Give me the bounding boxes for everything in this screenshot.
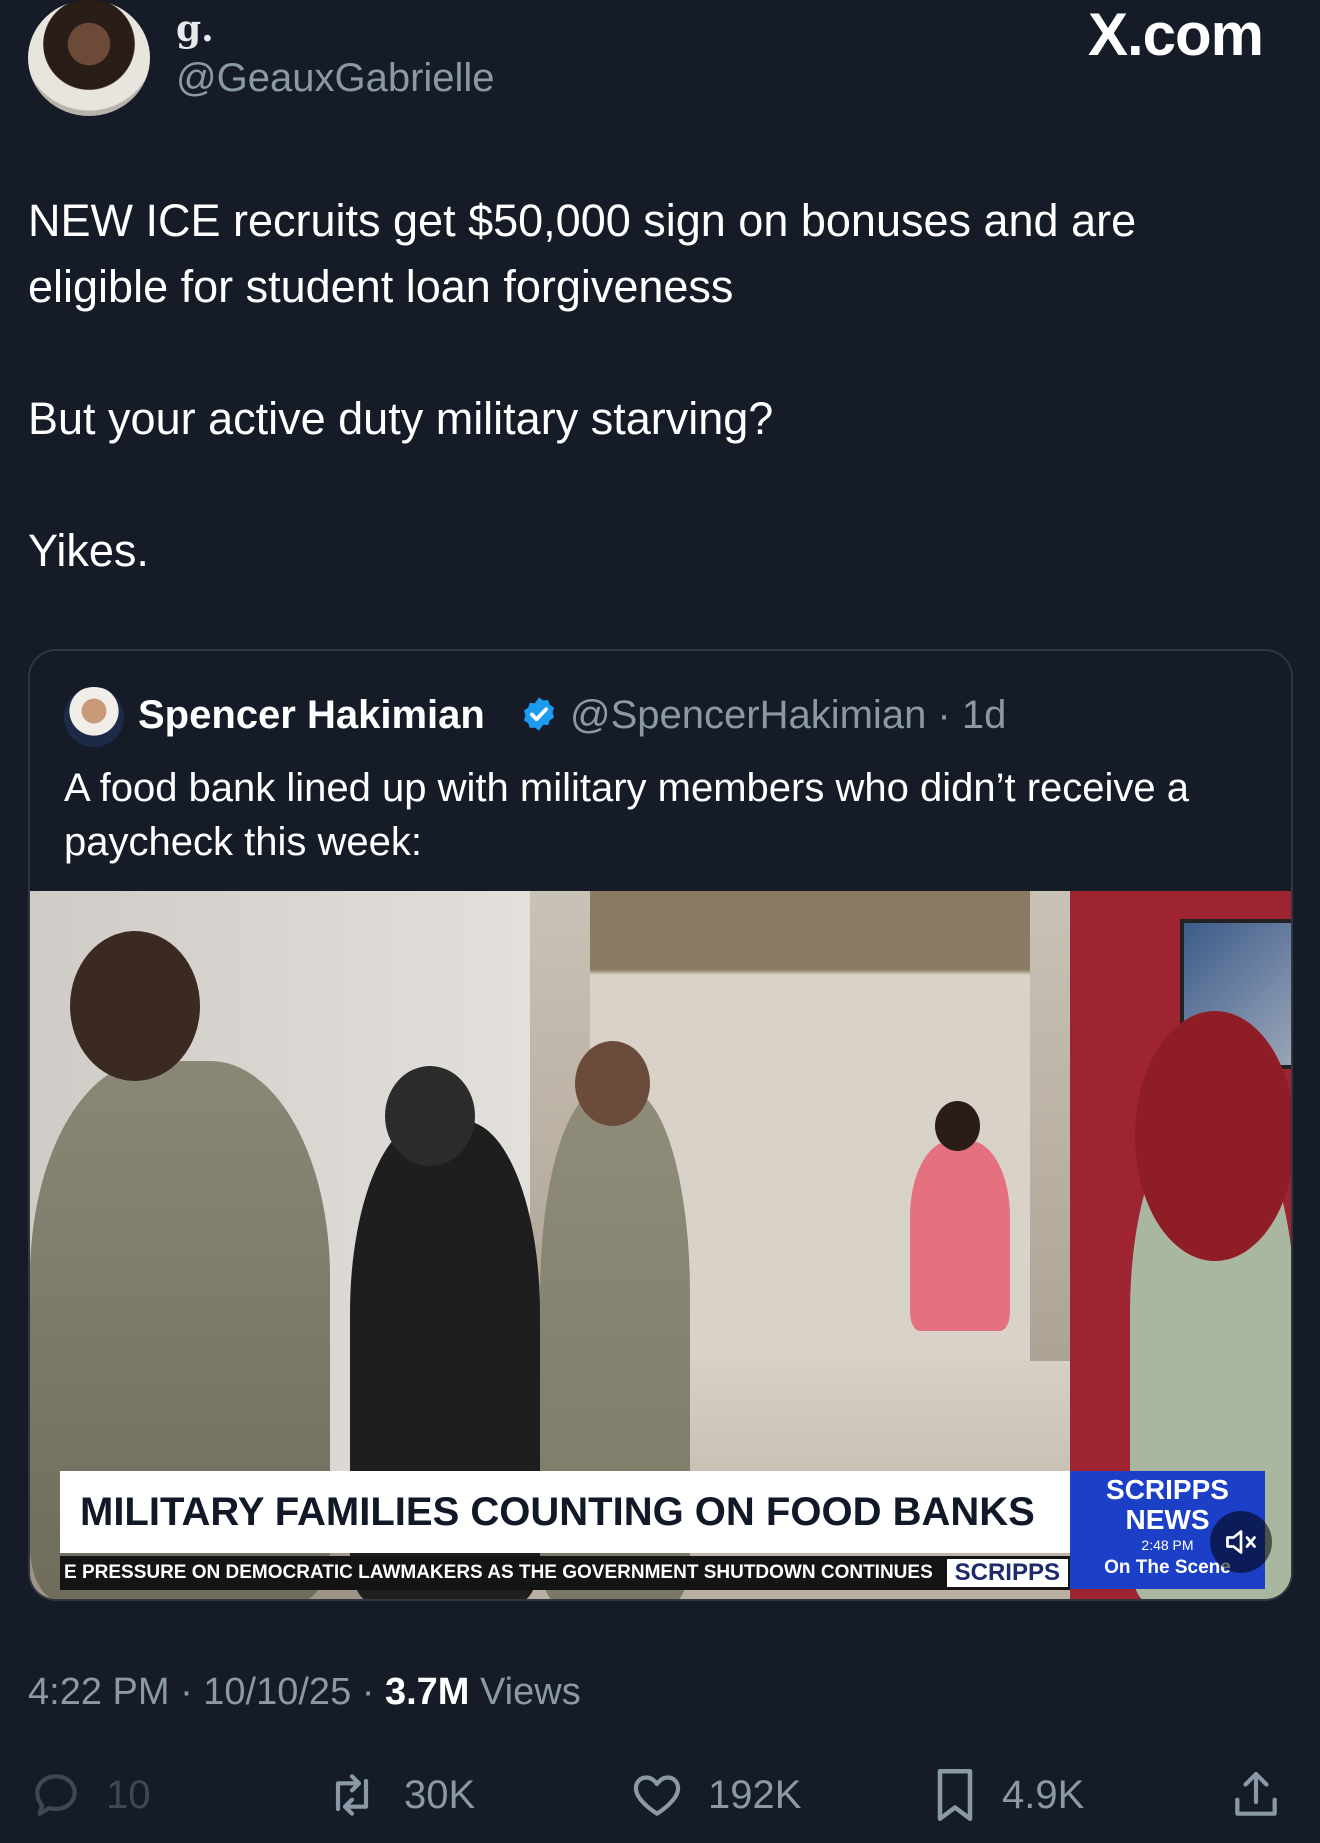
- muted-speaker-icon: [1226, 1530, 1256, 1554]
- quoted-author-avatar[interactable]: [64, 687, 124, 747]
- mute-button[interactable]: [1210, 1511, 1272, 1573]
- bookmark-count: 4.9K: [1002, 1772, 1085, 1817]
- timestamp[interactable]: 4:22 PM · 10/10/25 ·: [28, 1671, 385, 1713]
- author-handle[interactable]: @GeauxGabrielle: [176, 56, 495, 101]
- video-person-head: [385, 1066, 475, 1166]
- reply-icon: [35, 1774, 77, 1816]
- repost-button[interactable]: 30K: [322, 1760, 475, 1830]
- action-bar: 10 30K 192K 4.9K: [0, 1760, 1320, 1830]
- quoted-handle-time[interactable]: @SpencerHakimian · 1d: [570, 693, 1006, 738]
- verified-badge-icon: [523, 697, 555, 731]
- news-ticker: E PRESSURE ON DEMOCRATIC LAWMAKERS AS TH…: [60, 1556, 1070, 1590]
- author-avatar[interactable]: [28, 0, 150, 116]
- bookmark-icon: [937, 1769, 973, 1821]
- quoted-tweet-text: A food bank lined up with military membe…: [64, 766, 1189, 864]
- video-player[interactable]: MILITARY FAMILIES COUNTING ON FOOD BANKS…: [30, 891, 1291, 1599]
- video-person: [910, 1141, 1010, 1331]
- like-count: 192K: [708, 1772, 802, 1817]
- repost-icon: [335, 1774, 369, 1816]
- video-person-head: [575, 1041, 650, 1126]
- tweet-meta: 4:22 PM · 10/10/25 · 3.7M Views: [28, 1671, 581, 1714]
- tweet-paragraph: Yikes.: [28, 525, 149, 576]
- tweet-paragraph: NEW ICE recruits get $50,000 sign on bon…: [28, 195, 1137, 312]
- quoted-tweet-card[interactable]: Spencer Hakimian @SpencerHakimian · 1d A…: [28, 649, 1293, 1601]
- views-count: 3.7M: [384, 1671, 470, 1713]
- views-label: Views: [469, 1671, 581, 1713]
- share-button[interactable]: [1228, 1760, 1306, 1830]
- tweet-paragraph: But your active duty military starving?: [28, 393, 774, 444]
- repost-count: 30K: [404, 1772, 476, 1817]
- news-chyron-headline: MILITARY FAMILIES COUNTING ON FOOD BANKS: [60, 1471, 1070, 1553]
- share-icon: [1235, 1771, 1277, 1816]
- news-ticker-brand: SCRIPPS: [946, 1559, 1068, 1587]
- bookmark-button[interactable]: 4.9K: [930, 1760, 1084, 1830]
- tweet-screenshot: g. @GeauxGabrielle X.com NEW ICE recruit…: [0, 0, 1320, 1843]
- xcom-watermark: X.com: [1087, 1, 1264, 68]
- author-display-name[interactable]: g.: [176, 8, 214, 50]
- reply-button[interactable]: 10: [28, 1760, 151, 1830]
- like-button[interactable]: 192K: [628, 1760, 801, 1830]
- news-ticker-text: E PRESSURE ON DEMOCRATIC LAWMAKERS AS TH…: [64, 1562, 933, 1583]
- video-person-head: [70, 931, 200, 1081]
- heart-icon: [633, 1775, 681, 1816]
- video-person-head: [935, 1101, 980, 1151]
- tweet-body: NEW ICE recruits get $50,000 sign on bon…: [28, 188, 1288, 584]
- quoted-author-name[interactable]: Spencer Hakimian: [138, 693, 485, 738]
- reply-count: 10: [106, 1772, 151, 1817]
- video-person-head: [1135, 1011, 1291, 1261]
- logo-line-1: SCRIPPS: [1106, 1474, 1229, 1505]
